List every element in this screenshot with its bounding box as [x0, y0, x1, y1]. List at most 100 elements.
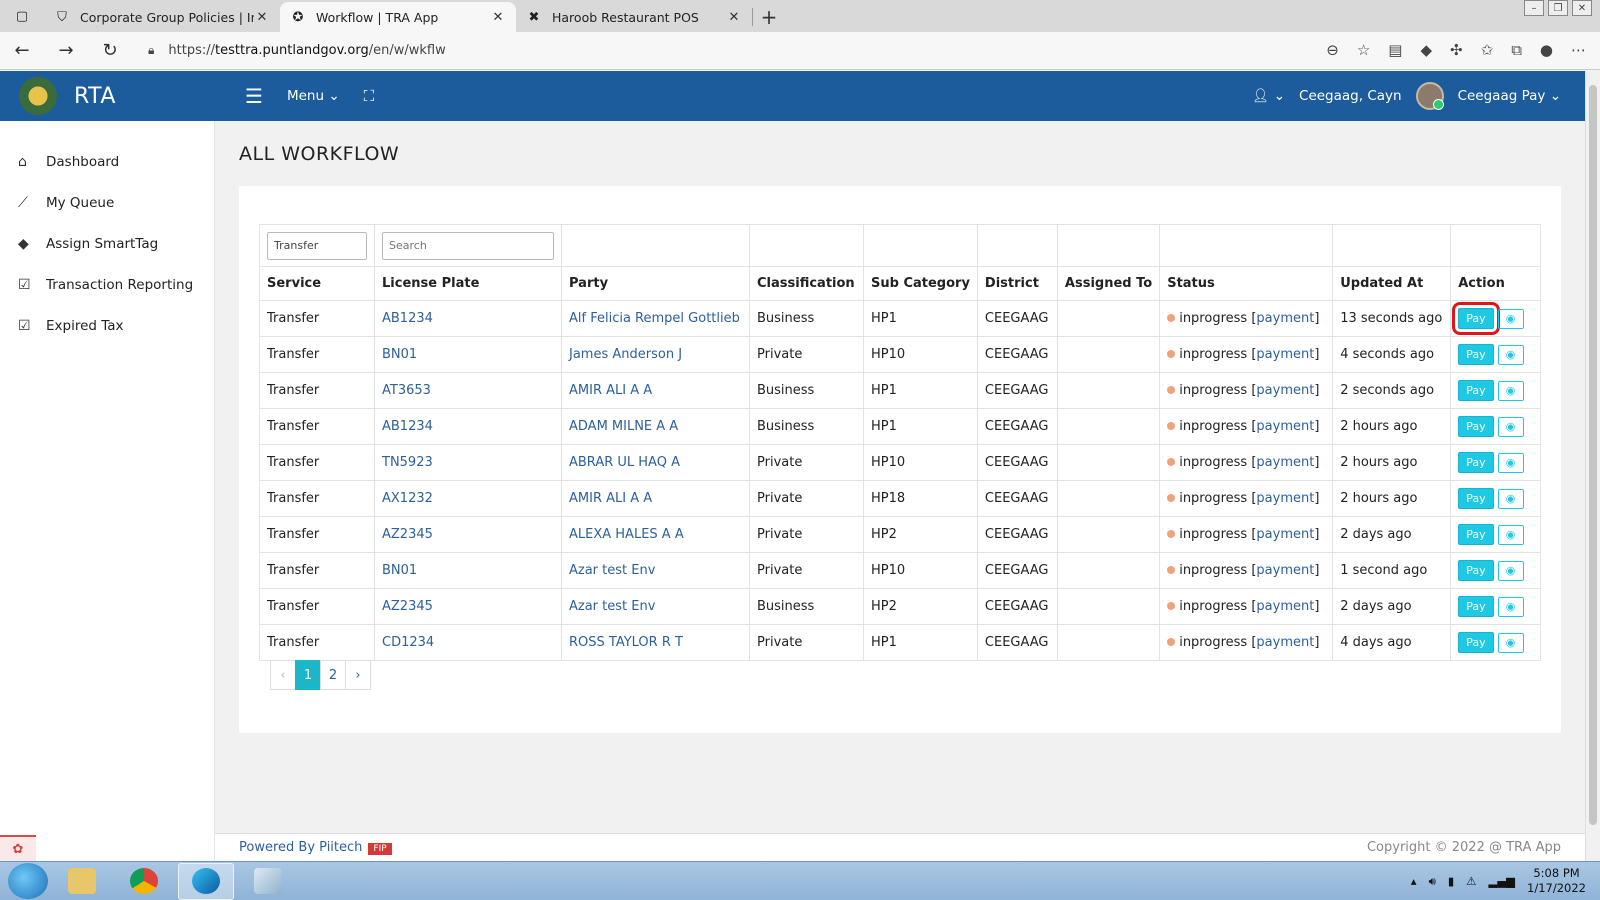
pay-button[interactable]: Pay [1458, 560, 1494, 581]
user-office[interactable]: Ceegaag, Cayn [1299, 88, 1402, 104]
license-plate-link[interactable]: CD1234 [382, 635, 434, 650]
url-field[interactable]: 🔒︎ https://testtra.puntlandgov.org/en/w/… [138, 37, 1218, 65]
restore-icon[interactable]: ❐ [1548, 0, 1568, 16]
status-payment-link[interactable]: payment [1256, 419, 1314, 434]
account-dropdown[interactable]: Ceegaag Pay ⌄ [1458, 88, 1561, 104]
col-service[interactable]: Service [259, 266, 375, 301]
close-window-icon[interactable]: ✕ [1572, 0, 1592, 16]
powered-by-link[interactable]: Powered By Piitech FIP [239, 840, 392, 855]
battery-icon[interactable]: ▮ [1448, 874, 1454, 888]
forward-icon[interactable]: → [44, 40, 88, 61]
eye-icon[interactable]: ◉ [1497, 308, 1524, 329]
party-link[interactable]: ROSS TAYLOR R T [569, 635, 683, 650]
eye-icon[interactable]: ◉ [1497, 344, 1524, 365]
tab-actions-icon[interactable]: ▢ [0, 0, 44, 32]
collections-icon[interactable]: ⧉ [1511, 41, 1522, 59]
close-icon[interactable]: ✕ [726, 10, 742, 25]
party-link[interactable]: AMIR ALI A A [569, 491, 652, 506]
avatar[interactable] [1415, 82, 1444, 110]
favorite-add-icon[interactable]: ☆ [1357, 41, 1370, 59]
pay-button[interactable]: Pay [1452, 302, 1500, 335]
search-input[interactable] [382, 231, 554, 260]
status-payment-link[interactable]: payment [1256, 347, 1314, 362]
profile-icon[interactable]: ● [1540, 41, 1553, 59]
favorites-icon[interactable]: ✩ [1481, 41, 1494, 59]
browser-tab-3[interactable]: ✖ Haroob Restaurant POS ✕ [516, 2, 752, 32]
party-link[interactable]: ALEXA HALES A A [569, 527, 684, 542]
license-plate-link[interactable]: AT3653 [382, 383, 431, 398]
signal-icon[interactable]: ▂▄▆ [1488, 874, 1515, 888]
license-plate-link[interactable]: AZ2345 [382, 527, 433, 542]
status-payment-link[interactable]: payment [1256, 599, 1314, 614]
eye-icon[interactable]: ◉ [1497, 560, 1524, 581]
sidebar-item-expired-tax[interactable]: ☑ Expired Tax [0, 305, 214, 346]
new-tab-icon[interactable]: + [753, 2, 785, 32]
col-sub-category[interactable]: Sub Category [863, 266, 978, 301]
status-payment-link[interactable]: payment [1256, 635, 1314, 650]
refresh-icon[interactable]: ↻ [88, 40, 132, 61]
sidebar-item-dashboard[interactable]: ⌂ Dashboard [0, 141, 214, 182]
tray-expand-icon[interactable]: ▴ [1411, 874, 1417, 888]
license-plate-link[interactable]: AB1234 [382, 311, 433, 326]
close-icon[interactable]: ✕ [490, 10, 506, 25]
back-icon[interactable]: ← [0, 40, 44, 61]
clock[interactable]: 5:08 PM 1/17/2022 [1527, 866, 1586, 896]
col-classification[interactable]: Classification [749, 266, 864, 301]
col-party[interactable]: Party [561, 266, 750, 301]
lock-icon[interactable]: 🔒︎ [148, 43, 154, 58]
sidebar-item-assign-smarttag[interactable]: ◆ Assign SmartTag [0, 223, 214, 264]
eye-icon[interactable]: ◉ [1497, 596, 1524, 617]
eye-icon[interactable]: ◉ [1497, 452, 1524, 473]
brand[interactable]: RTA [0, 71, 215, 121]
pay-button[interactable]: Pay [1458, 380, 1494, 401]
pay-button[interactable]: Pay [1458, 524, 1494, 545]
more-icon[interactable]: ⋯ [1571, 41, 1586, 59]
col-license-plate[interactable]: License Plate [374, 266, 562, 301]
volume-icon[interactable]: 🔊︎ [1429, 874, 1436, 889]
hamburger-icon[interactable]: ☰ [245, 84, 263, 108]
pay-button[interactable]: Pay [1458, 596, 1494, 617]
puzzle-icon[interactable]: ✣ [1450, 41, 1463, 59]
menu-dropdown[interactable]: Menu ⌄ [287, 88, 340, 104]
party-link[interactable]: James Anderson J [569, 347, 682, 362]
service-filter-input[interactable] [267, 231, 367, 260]
party-link[interactable]: AMIR ALI A A [569, 383, 652, 398]
network-warning-icon[interactable]: ⚠ [1466, 874, 1476, 888]
pagination-page-1[interactable]: 1 [295, 660, 321, 690]
debug-toolbar-icon[interactable]: ✿ [0, 835, 36, 861]
party-link[interactable]: Alf Felicia Rempel Gottlieb [569, 311, 740, 326]
status-payment-link[interactable]: payment [1256, 527, 1314, 542]
minimize-icon[interactable]: – [1524, 0, 1544, 16]
zoom-icon[interactable]: ⊖ [1326, 41, 1339, 59]
eye-icon[interactable]: ◉ [1497, 488, 1524, 509]
col-district[interactable]: District [976, 266, 1058, 301]
status-payment-link[interactable]: payment [1256, 311, 1314, 326]
license-plate-link[interactable]: BN01 [382, 563, 417, 578]
browser-tab-2[interactable]: ✪ Workflow | TRA App ✕ [280, 2, 516, 32]
taskbar-chrome[interactable] [116, 863, 172, 900]
status-payment-link[interactable]: payment [1256, 563, 1314, 578]
status-payment-link[interactable]: payment [1256, 383, 1314, 398]
status-payment-link[interactable]: payment [1256, 455, 1314, 470]
pay-button[interactable]: Pay [1458, 344, 1494, 365]
party-link[interactable]: ABRAR UL HAQ A [569, 455, 680, 470]
col-status[interactable]: Status [1159, 266, 1334, 301]
pay-button[interactable]: Pay [1458, 452, 1494, 473]
taskbar-explorer[interactable] [54, 863, 110, 900]
start-button[interactable] [8, 863, 48, 899]
pagination-page-2[interactable]: 2 [320, 660, 346, 690]
pagination-prev[interactable]: ‹ [270, 660, 296, 690]
sidebar-item-transaction-reporting[interactable]: ☑ Transaction Reporting [0, 264, 214, 305]
browser-tab-1[interactable]: ⛉ Corporate Group Policies | Insura ✕ [44, 2, 280, 32]
license-plate-link[interactable]: AB1234 [382, 419, 433, 434]
license-plate-link[interactable]: TN5923 [382, 455, 433, 470]
extension-icon[interactable]: ◆ [1420, 41, 1432, 59]
taskbar-notepad[interactable] [240, 863, 296, 900]
pagination-next[interactable]: › [345, 660, 371, 690]
license-plate-link[interactable]: AZ2345 [382, 599, 433, 614]
status-payment-link[interactable]: payment [1256, 491, 1314, 506]
party-link[interactable]: ADAM MILNE A A [569, 419, 678, 434]
user-dropdown[interactable]: 👤︎ ⌄ [1252, 88, 1285, 104]
pay-button[interactable]: Pay [1458, 632, 1494, 653]
col-updated-at[interactable]: Updated At [1332, 266, 1452, 301]
